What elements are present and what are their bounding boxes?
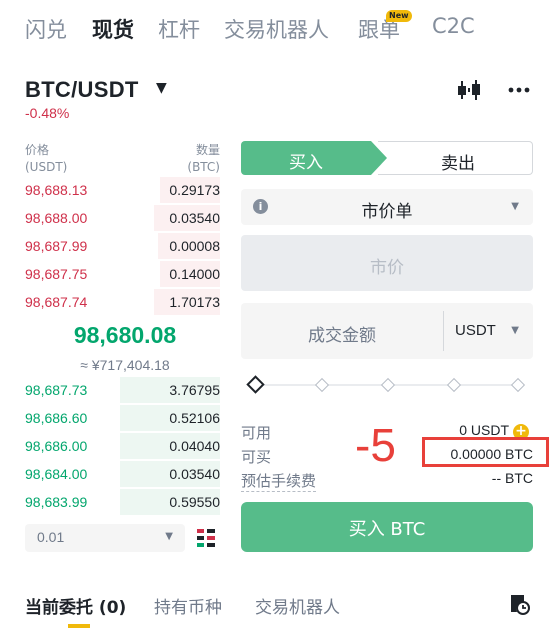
market-price-placeholder: 市价 xyxy=(370,258,404,278)
tab-c2c[interactable]: C2C xyxy=(432,14,475,38)
buy-btc-button-label: 买入 BTC xyxy=(348,519,426,540)
ask-price: 98,687.74 xyxy=(25,294,88,310)
last-price[interactable]: 98,680.08 xyxy=(0,322,250,349)
amount-slider[interactable] xyxy=(246,375,527,395)
tab-holdings[interactable]: 持有币种 xyxy=(154,593,222,618)
qty-column-header: 数量 (BTC) xyxy=(150,142,220,176)
ask-qty: 0.29173 xyxy=(169,182,220,198)
fee-label[interactable]: 预估手续费 xyxy=(241,470,317,492)
bid-price: 98,683.99 xyxy=(25,494,88,510)
new-badge: New xyxy=(386,10,412,22)
bid-qty: 0.59550 xyxy=(169,494,220,510)
orders-tabs: 当前委托 (0) 持有币种 交易机器人 xyxy=(0,585,549,630)
bid-price: 98,686.00 xyxy=(25,438,88,454)
market-type-tabs: 闪兑 现货 杠杆 交易机器人 跟单 New C2C xyxy=(0,0,549,56)
bid-row[interactable]: 98,684.00 0.03540 xyxy=(20,461,220,489)
bid-row[interactable]: 98,687.73 3.76795 xyxy=(20,377,220,405)
slider-tick-75[interactable] xyxy=(446,377,462,393)
depth-precision-select[interactable]: 0.01 ▼ xyxy=(25,524,185,552)
ask-row[interactable]: 98,688.00 0.03540 xyxy=(20,205,220,233)
more-dots-icon[interactable] xyxy=(507,78,531,102)
order-type-label: 市价单 xyxy=(361,202,413,222)
ask-price: 98,687.75 xyxy=(25,266,88,282)
bid-qty: 0.03540 xyxy=(169,466,220,482)
caret-down-icon: ▼ xyxy=(511,201,519,212)
bid-qty: 3.76795 xyxy=(169,382,220,398)
bid-qty: 0.52106 xyxy=(169,410,220,426)
available-label: 可用 xyxy=(241,424,272,442)
slider-tick-25[interactable] xyxy=(314,377,330,393)
ask-qty: 1.70173 xyxy=(169,294,220,310)
bid-price: 98,687.73 xyxy=(25,382,88,398)
ask-row[interactable]: 98,687.99 0.00008 xyxy=(20,233,220,261)
tab-margin[interactable]: 杠杆 xyxy=(158,14,200,44)
bid-price: 98,686.60 xyxy=(25,410,88,426)
ask-qty: 0.14000 xyxy=(169,266,220,282)
qty-header-label: 数量 xyxy=(195,143,220,157)
ask-price: 98,687.99 xyxy=(25,238,88,254)
caret-down-icon[interactable]: ▼ xyxy=(156,80,167,96)
fee-row: 预估手续费 -- BTC xyxy=(241,470,533,492)
order-type-select[interactable]: i 市价单 ▼ xyxy=(241,189,533,225)
amount-unit-select[interactable]: USDT xyxy=(455,322,496,339)
annotation-highlight-box xyxy=(422,437,549,467)
market-price-field: 市价 xyxy=(241,235,533,291)
available-value: 0 USDT xyxy=(459,422,509,438)
ask-row[interactable]: 98,688.13 0.29173 xyxy=(20,177,220,205)
ask-qty: 0.00008 xyxy=(169,238,220,254)
bid-row[interactable]: 98,686.00 0.04040 xyxy=(20,433,220,461)
orderbook-layout-icon[interactable] xyxy=(196,528,216,548)
ask-price: 98,688.13 xyxy=(25,182,88,198)
price-column-header: 价格 (USDT) xyxy=(25,142,67,176)
slider-knob[interactable] xyxy=(246,375,265,394)
tab-bots[interactable]: 交易机器人 xyxy=(255,593,340,618)
buy-btc-button[interactable]: 买入 BTC xyxy=(241,502,533,552)
bid-row[interactable]: 98,683.99 0.59550 xyxy=(20,489,220,517)
slider-tick-100[interactable] xyxy=(510,377,526,393)
sell-tab[interactable]: 卖出 xyxy=(378,141,533,175)
candlestick-chart-icon[interactable] xyxy=(456,78,482,102)
bid-qty: 0.04040 xyxy=(169,438,220,454)
active-tab-underline xyxy=(68,624,90,628)
sell-tab-label: 卖出 xyxy=(441,154,475,174)
order-history-icon[interactable] xyxy=(508,593,530,615)
ask-price: 98,688.00 xyxy=(25,210,88,226)
caret-down-icon: ▼ xyxy=(165,531,173,542)
annotation-text: -5 xyxy=(355,419,396,471)
ask-row[interactable]: 98,687.75 0.14000 xyxy=(20,261,220,289)
fiat-approx-price: ≈ ¥717,404.18 xyxy=(80,357,170,373)
can-buy-label: 可买 xyxy=(241,448,272,466)
tab-open-orders[interactable]: 当前委托 (0) xyxy=(25,593,126,618)
buy-tab[interactable]: 买入 xyxy=(241,141,387,175)
price-header-label: 价格 xyxy=(25,143,50,157)
price-change: -0.48% xyxy=(25,105,70,121)
depth-precision-value: 0.01 xyxy=(37,529,65,545)
slider-tick-50[interactable] xyxy=(380,377,396,393)
trading-pair[interactable]: BTC/USDT xyxy=(25,77,139,103)
buy-tab-label: 买入 xyxy=(289,153,323,173)
qty-header-unit: (BTC) xyxy=(187,160,220,174)
fee-value: -- BTC xyxy=(491,470,533,486)
tab-spot[interactable]: 现货 xyxy=(92,14,134,44)
bid-row[interactable]: 98,686.60 0.52106 xyxy=(20,405,220,433)
bid-price: 98,684.00 xyxy=(25,466,88,482)
order-amount-field[interactable]: 成交金额 USDT ▼ xyxy=(241,303,533,359)
price-header-unit: (USDT) xyxy=(25,160,68,174)
divider xyxy=(443,311,444,351)
tab-swap[interactable]: 闪兑 xyxy=(25,14,67,44)
ask-row[interactable]: 98,687.74 1.70173 xyxy=(20,289,220,317)
tab-trading-bots[interactable]: 交易机器人 xyxy=(224,14,329,44)
ask-qty: 0.03540 xyxy=(169,210,220,226)
amount-placeholder[interactable]: 成交金额 xyxy=(241,321,443,346)
caret-down-icon[interactable]: ▼ xyxy=(511,325,519,336)
